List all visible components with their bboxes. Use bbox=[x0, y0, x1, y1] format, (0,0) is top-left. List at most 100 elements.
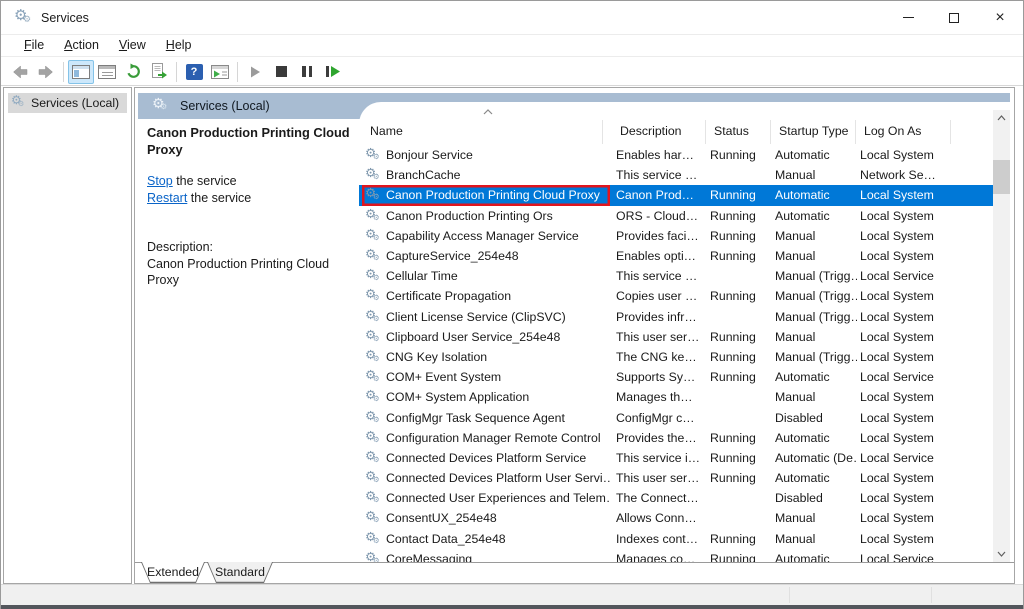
table-row[interactable]: COM+ Event System Supports Sy… Running A… bbox=[359, 367, 993, 387]
service-status-cell bbox=[710, 307, 772, 327]
pause-service-button[interactable] bbox=[294, 60, 320, 84]
column-divider[interactable] bbox=[950, 120, 951, 144]
service-log-on-as-cell: Local Service bbox=[860, 549, 972, 562]
selected-service-title: Canon Production Printing Cloud Proxy bbox=[147, 124, 355, 158]
table-row[interactable]: ConfigMgr Task Sequence Agent ConfigMgr … bbox=[359, 407, 993, 427]
service-startup-type-cell: Automatic bbox=[775, 185, 857, 205]
service-gear-icon bbox=[365, 309, 382, 325]
properties-button[interactable] bbox=[94, 60, 120, 84]
refresh-button[interactable] bbox=[120, 60, 146, 84]
service-log-on-as-cell: Local System bbox=[860, 347, 972, 367]
table-row[interactable]: Clipboard User Service_254e48 This user … bbox=[359, 327, 993, 347]
stop-service-button[interactable] bbox=[268, 60, 294, 84]
service-log-on-as-cell: Local System bbox=[860, 145, 972, 165]
service-status-cell: Running bbox=[710, 428, 772, 448]
table-row[interactable]: COM+ System Application Manages th… Manu… bbox=[359, 387, 993, 407]
service-log-on-as-cell: Local System bbox=[860, 387, 972, 407]
table-row[interactable]: Bonjour Service Enables har… Running Aut… bbox=[359, 145, 993, 165]
table-row[interactable]: ConsentUX_254e48 Allows Conn… Manual Loc… bbox=[359, 508, 993, 528]
column-header-description[interactable]: Description bbox=[620, 124, 682, 142]
service-startup-type-cell: Manual bbox=[775, 327, 857, 347]
table-row[interactable]: Client License Service (ClipSVC) Provide… bbox=[359, 307, 993, 327]
table-row[interactable]: Capability Access Manager Service Provid… bbox=[359, 226, 993, 246]
table-row[interactable]: Contact Data_254e48 Indexes cont… Runnin… bbox=[359, 529, 993, 549]
service-rows: Bonjour Service Enables har… Running Aut… bbox=[359, 145, 993, 562]
toolbar-separator bbox=[63, 62, 64, 82]
restart-icon bbox=[326, 65, 341, 78]
service-startup-type-cell: Disabled bbox=[775, 488, 857, 508]
service-startup-type-cell: Manual bbox=[775, 529, 857, 549]
service-status-cell: Running bbox=[710, 448, 772, 468]
column-divider[interactable] bbox=[705, 120, 706, 144]
table-row[interactable]: Configuration Manager Remote Control Pro… bbox=[359, 428, 993, 448]
table-row[interactable]: Connected Devices Platform User Servi… T… bbox=[359, 468, 993, 488]
service-description-cell: This user ser… bbox=[616, 468, 708, 488]
service-name-cell: Connected Devices Platform User Servi… bbox=[362, 468, 610, 488]
column-header-log-on-as[interactable]: Log On As bbox=[864, 124, 921, 142]
column-divider[interactable] bbox=[855, 120, 856, 144]
service-status-cell bbox=[710, 266, 772, 286]
column-divider[interactable] bbox=[770, 120, 771, 144]
column-divider[interactable] bbox=[602, 120, 603, 144]
restart-service-button[interactable] bbox=[320, 60, 346, 84]
close-icon: × bbox=[995, 10, 1004, 26]
window-title: Services bbox=[41, 11, 89, 25]
restart-service-line: Restart the service bbox=[147, 190, 251, 207]
restart-service-link[interactable]: Restart bbox=[147, 191, 187, 205]
service-gear-icon bbox=[365, 490, 382, 506]
stop-service-link[interactable]: Stop bbox=[147, 174, 173, 188]
service-status-cell: Running bbox=[710, 529, 772, 549]
menu-help[interactable]: Help bbox=[156, 35, 202, 56]
scrollbar-thumb[interactable] bbox=[993, 160, 1010, 194]
tab-extended[interactable]: Extended bbox=[141, 562, 205, 583]
maximize-button[interactable] bbox=[931, 1, 977, 34]
menu-file[interactable]: File bbox=[14, 35, 54, 56]
tree-item-services-local[interactable]: Services (Local) bbox=[8, 93, 127, 113]
service-name-cell: BranchCache bbox=[362, 165, 610, 185]
service-log-on-as-cell: Local System bbox=[860, 508, 972, 528]
column-header-startup-type[interactable]: Startup Type bbox=[779, 124, 849, 142]
table-row[interactable]: Connected User Experiences and Telem… Th… bbox=[359, 488, 993, 508]
table-row[interactable]: CaptureService_254e48 Enables opti… Runn… bbox=[359, 246, 993, 266]
table-row[interactable]: Canon Production Printing Ors ORS - Clou… bbox=[359, 206, 993, 226]
table-row[interactable]: Certificate Propagation Copies user … Ru… bbox=[359, 286, 993, 306]
arrow-left-icon bbox=[12, 64, 28, 80]
service-gear-icon bbox=[365, 470, 382, 486]
service-status-cell: Running bbox=[710, 246, 772, 266]
scroll-down-button[interactable] bbox=[993, 546, 1010, 562]
tab-standard[interactable]: Standard bbox=[207, 562, 273, 583]
start-service-button[interactable] bbox=[242, 60, 268, 84]
column-header-name[interactable]: Name bbox=[370, 124, 403, 142]
stop-icon bbox=[275, 65, 288, 78]
service-description-cell: This service … bbox=[616, 266, 708, 286]
export-list-button[interactable] bbox=[146, 60, 172, 84]
menu-view[interactable]: View bbox=[109, 35, 156, 56]
minimize-button[interactable] bbox=[885, 1, 931, 34]
service-startup-type-cell: Manual bbox=[775, 165, 857, 185]
table-row[interactable]: BranchCache This service … Manual Networ… bbox=[359, 165, 993, 185]
column-header-status[interactable]: Status bbox=[714, 124, 749, 142]
service-name-cell: Connected Devices Platform Service bbox=[362, 448, 610, 468]
service-gear-icon bbox=[365, 551, 382, 562]
service-name-cell: Client License Service (ClipSVC) bbox=[362, 307, 610, 327]
forward-button[interactable] bbox=[33, 60, 59, 84]
service-status-cell bbox=[710, 488, 772, 508]
close-button[interactable]: × bbox=[977, 1, 1023, 34]
help-button[interactable]: ? bbox=[181, 60, 207, 84]
table-row[interactable]: CoreMessaging Manages co… Running Automa… bbox=[359, 549, 993, 562]
table-row[interactable]: Canon Production Printing Cloud Proxy Ca… bbox=[359, 185, 993, 205]
description-text: Canon Production Printing Cloud Proxy bbox=[147, 256, 342, 288]
service-status-cell: Running bbox=[710, 286, 772, 306]
show-console-tree-button[interactable] bbox=[68, 60, 94, 84]
table-row[interactable]: Cellular Time This service … Manual (Tri… bbox=[359, 266, 993, 286]
scroll-up-button[interactable] bbox=[993, 110, 1010, 126]
service-description-cell: The Connect… bbox=[616, 488, 708, 508]
vertical-scrollbar[interactable] bbox=[993, 110, 1010, 562]
table-row[interactable]: CNG Key Isolation The CNG ke… Running Ma… bbox=[359, 347, 993, 367]
back-button[interactable] bbox=[7, 60, 33, 84]
services-pane: Services (Local) Canon Production Printi… bbox=[134, 87, 1015, 584]
menu-action[interactable]: Action bbox=[54, 35, 109, 56]
table-row[interactable]: Connected Devices Platform Service This … bbox=[359, 448, 993, 468]
service-description-cell: Enables opti… bbox=[616, 246, 708, 266]
action-pane-button[interactable] bbox=[207, 60, 233, 84]
